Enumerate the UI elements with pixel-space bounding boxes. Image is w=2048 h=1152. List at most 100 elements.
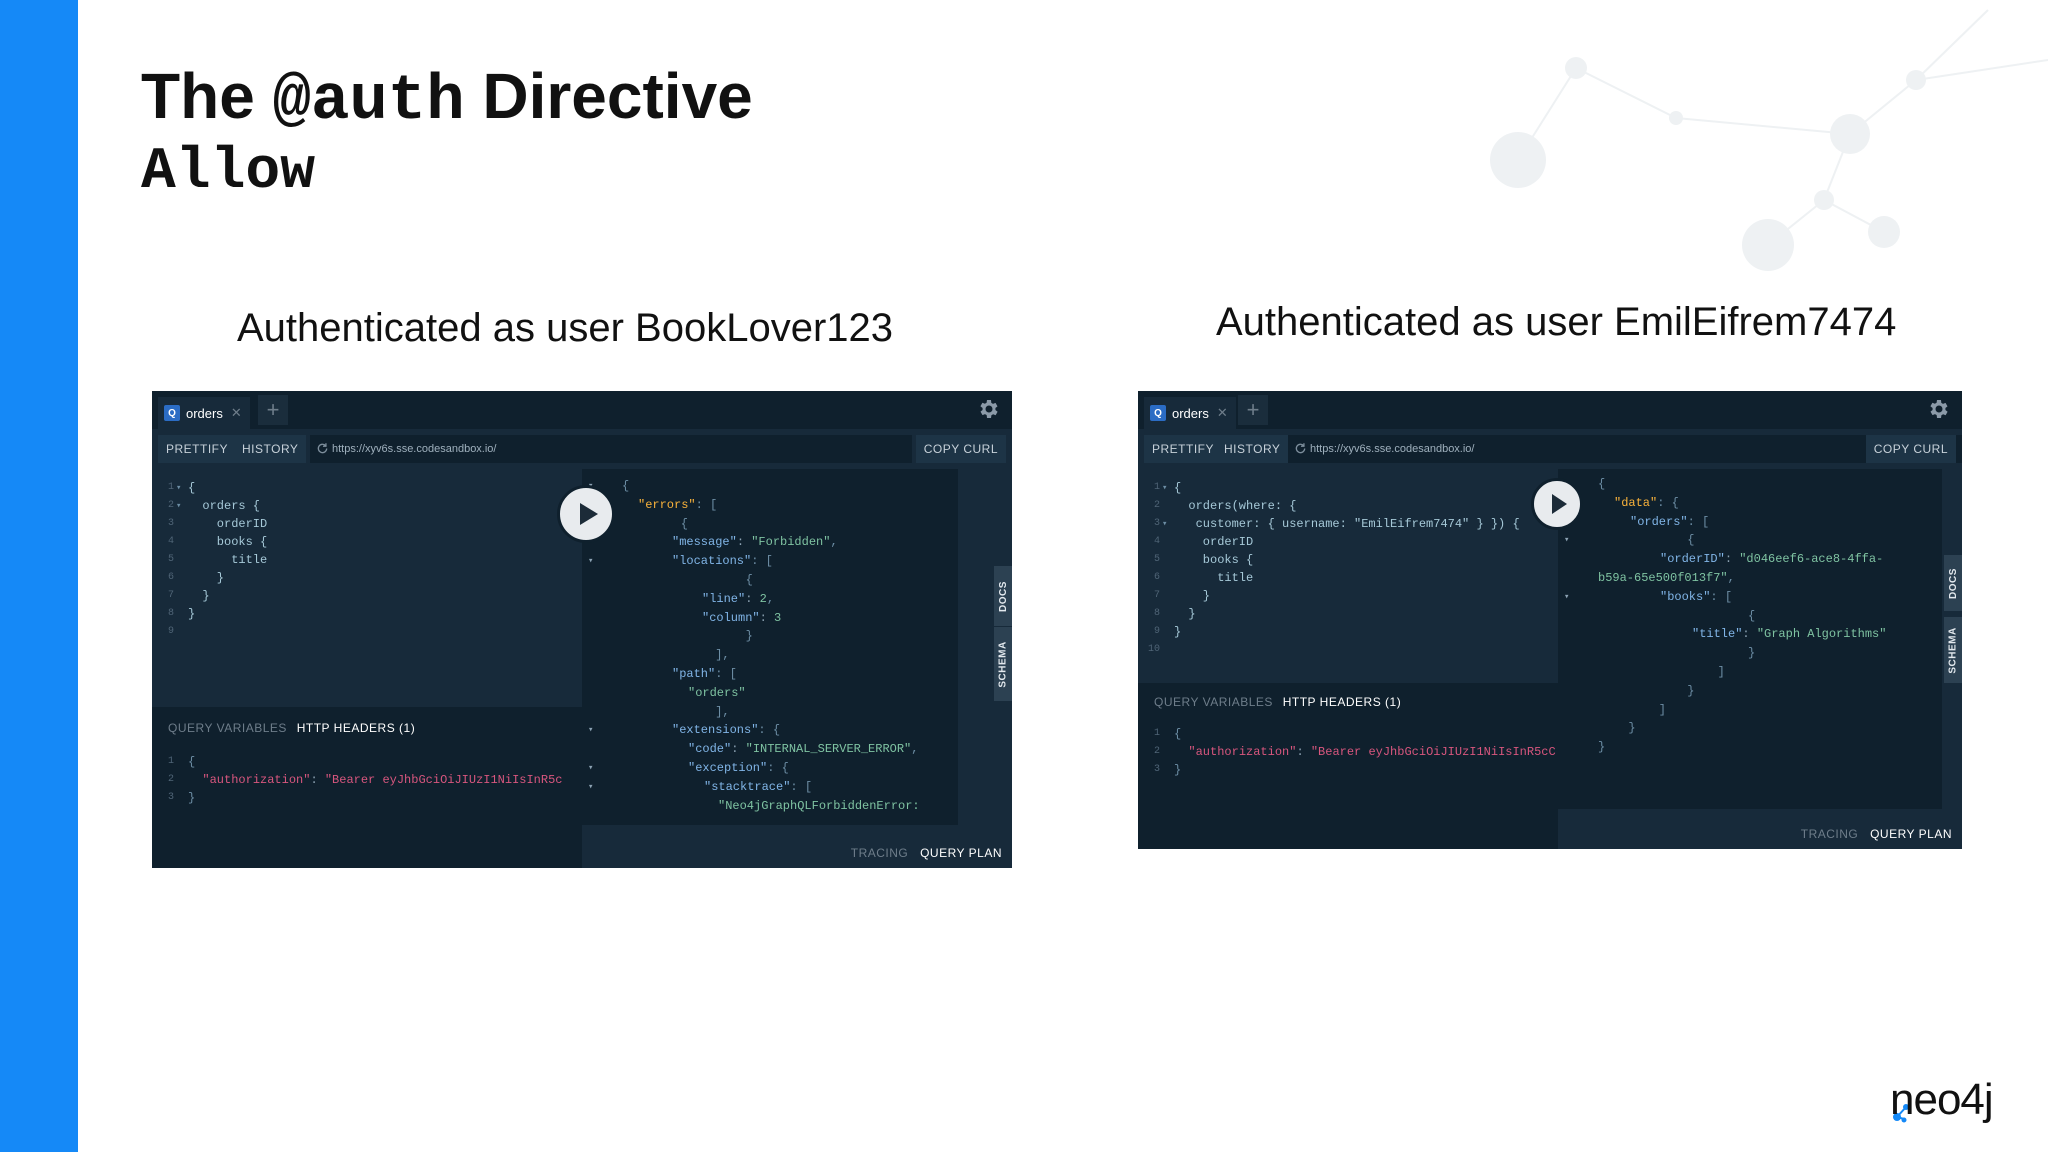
result-key: "message" xyxy=(672,535,737,550)
docs-tab[interactable]: DOCS xyxy=(994,566,1012,626)
result-text: "Neo4jGraphQLForbiddenError: xyxy=(718,797,920,815)
result-value: "Graph Algorithms" xyxy=(1756,627,1887,642)
fold-arrow-icon[interactable]: ▾ xyxy=(588,721,598,739)
query-editor[interactable]: 1 ▾{2 ▾ orders {3 orderID 4 books {5 title 6… xyxy=(152,469,582,697)
result-text: } xyxy=(688,627,753,645)
tab-orders[interactable]: Q orders ✕ xyxy=(1144,397,1236,429)
result-line: ▾ "stacktrace": [ xyxy=(582,778,958,796)
schema-tab[interactable]: SCHEMA xyxy=(994,627,1012,701)
punctuation: { xyxy=(1598,477,1606,491)
headers-editor[interactable]: 1{2 "authorization": "Bearer eyJhbGciOiJ… xyxy=(1138,725,1558,849)
query-plan-link[interactable]: QUERY PLAN xyxy=(920,846,1002,860)
run-query-button[interactable] xyxy=(1531,478,1583,530)
result-line: } xyxy=(1558,738,1942,756)
punctuation: ] xyxy=(1630,702,1667,717)
endpoint-url-input[interactable]: https://xyv6s.sse.codesandbox.io/ xyxy=(1288,435,1962,463)
punctuation: : { xyxy=(1657,495,1679,510)
query-tab-icon: Q xyxy=(164,405,180,421)
result-line: { xyxy=(582,571,958,589)
gear-icon[interactable] xyxy=(1926,397,1950,421)
prettify-button[interactable]: PRETTIFY xyxy=(1144,435,1223,463)
line-number: 6 xyxy=(1153,572,1160,583)
refresh-icon[interactable] xyxy=(316,442,329,455)
variables-panel: QUERY VARIABLES HTTP HEADERS (1) 1{2 "au… xyxy=(1138,683,1558,849)
result-line: ] xyxy=(1558,663,1942,681)
result-value: "orders" xyxy=(688,685,746,700)
copy-curl-button[interactable]: COPY CURL xyxy=(1865,435,1956,463)
header-code: "authorization": "Bearer eyJhbGciOiJIUzI… xyxy=(1188,745,1556,759)
editor-line: 2 orders(where: { xyxy=(1138,497,1558,515)
punctuation: { xyxy=(1644,533,1695,548)
prettify-button[interactable]: PRETTIFY xyxy=(158,435,237,463)
tab-orders[interactable]: Q orders ✕ xyxy=(158,397,250,429)
line-number: 8 xyxy=(1153,608,1160,619)
fold-arrow-icon[interactable]: ▾ xyxy=(1564,588,1574,606)
result-value: "d046eef6-ace8-4ffa- xyxy=(1739,552,1884,567)
punctuation: : { xyxy=(758,723,781,738)
caption-right: Authenticated as user EmilEifrem7474 xyxy=(1216,300,1897,344)
line-number: 7 xyxy=(1153,590,1160,601)
query-editor[interactable]: 1 ▾{2 orders(where: {3 ▾ customer: { usern… xyxy=(1138,469,1558,683)
line-number: 1 xyxy=(1153,728,1160,739)
result-text: "path": [ xyxy=(672,665,737,683)
docs-tab[interactable]: DOCS xyxy=(1944,555,1962,611)
fold-arrow-icon[interactable]: ▾ xyxy=(176,497,181,515)
gear-icon[interactable] xyxy=(976,397,1000,421)
punctuation: } xyxy=(1644,683,1695,698)
add-tab-button[interactable]: + xyxy=(1238,395,1268,425)
refresh-icon[interactable] xyxy=(1294,442,1307,455)
result-text: ], xyxy=(672,646,729,664)
http-headers-tab[interactable]: HTTP HEADERS (1) xyxy=(297,721,415,735)
endpoint-url-input[interactable]: https://xyv6s.sse.codesandbox.io/ xyxy=(310,435,912,463)
fold-arrow-icon[interactable]: ▾ xyxy=(588,778,598,796)
fold-arrow-icon[interactable]: ▾ xyxy=(588,759,598,777)
result-line: ], xyxy=(582,646,958,664)
result-line: "code": "INTERNAL_SERVER_ERROR", xyxy=(582,740,958,758)
add-tab-button[interactable]: + xyxy=(258,395,288,425)
punctuation: } xyxy=(1676,646,1756,661)
result-text: "books": [ xyxy=(1660,588,1732,606)
editor-line: 9 xyxy=(152,623,582,641)
query-variables-tab[interactable]: QUERY VARIABLES xyxy=(168,721,287,735)
result-text: "orders" xyxy=(688,684,746,702)
history-button[interactable]: HISTORY xyxy=(234,435,307,463)
variables-header: QUERY VARIABLES HTTP HEADERS (1) xyxy=(1154,695,1401,709)
result-line: "path": [ xyxy=(582,665,958,683)
query-plan-link[interactable]: QUERY PLAN xyxy=(1870,827,1952,841)
query-variables-tab[interactable]: QUERY VARIABLES xyxy=(1154,695,1273,709)
url-text: https://xyv6s.sse.codesandbox.io/ xyxy=(1310,443,1475,455)
history-button[interactable]: HISTORY xyxy=(1216,435,1289,463)
schema-tab[interactable]: SCHEMA xyxy=(1944,617,1962,683)
http-headers-tab[interactable]: HTTP HEADERS (1) xyxy=(1283,695,1401,709)
result-text: { xyxy=(1644,531,1694,549)
fold-arrow-icon[interactable]: ▾ xyxy=(1162,515,1167,533)
fold-arrow-icon[interactable]: ▾ xyxy=(176,479,181,497)
fold-arrow-icon[interactable]: ▾ xyxy=(588,552,598,570)
headers-editor[interactable]: 1{2 "authorization": "Bearer eyJhbGciOiJ… xyxy=(152,753,582,868)
close-tab-icon[interactable]: ✕ xyxy=(1217,405,1228,421)
header-code: { xyxy=(188,753,195,771)
tracing-link[interactable]: TRACING xyxy=(1801,827,1859,841)
punctuation: } xyxy=(688,629,753,644)
line-number: 4 xyxy=(1153,536,1160,547)
result-line: "Neo4jGraphQLForbiddenError: xyxy=(582,797,958,815)
result-key: "data" xyxy=(1614,495,1658,510)
result-text: { xyxy=(1598,475,1605,493)
result-text: "locations": [ xyxy=(672,552,773,570)
tracing-link[interactable]: TRACING xyxy=(851,846,909,860)
copy-curl-button[interactable]: COPY CURL xyxy=(915,435,1006,463)
line-number: 9 xyxy=(1153,626,1160,637)
variables-panel: QUERY VARIABLES HTTP HEADERS (1) 1{2 "au… xyxy=(152,707,582,868)
result-text: ] xyxy=(1660,663,1725,681)
header-line: 3} xyxy=(1138,761,1558,779)
result-key: "line" xyxy=(702,591,746,606)
fold-arrow-icon[interactable]: ▾ xyxy=(1564,531,1574,549)
close-tab-icon[interactable]: ✕ xyxy=(231,405,242,421)
result-text: "errors": [ xyxy=(638,496,717,514)
url-text: https://xyv6s.sse.codesandbox.io/ xyxy=(332,443,497,455)
accent-side-bar xyxy=(0,0,78,1152)
result-key: "exception" xyxy=(688,761,768,775)
run-query-button[interactable] xyxy=(557,485,615,543)
editor-line: 7 } xyxy=(152,587,582,605)
fold-arrow-icon[interactable]: ▾ xyxy=(1162,479,1167,497)
